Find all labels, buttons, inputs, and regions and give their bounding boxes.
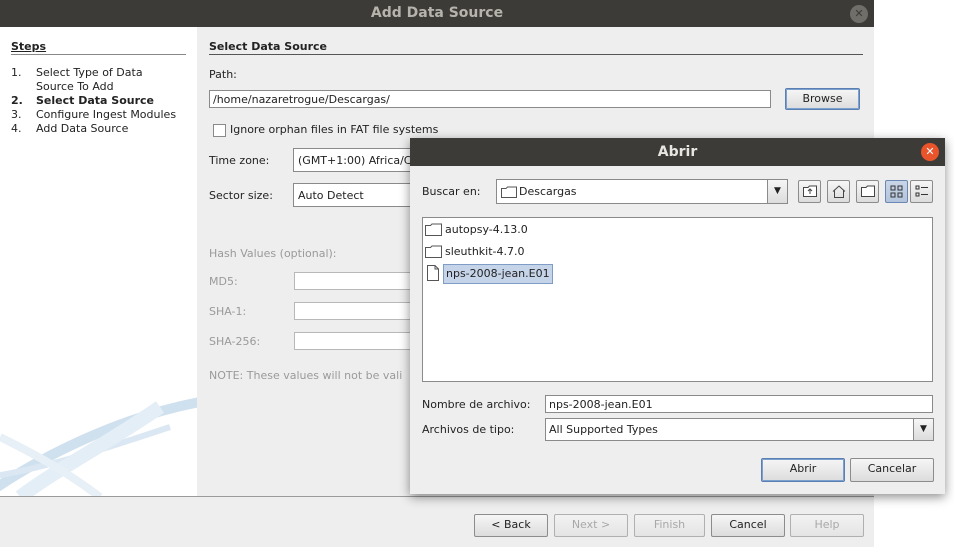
sha256-label: SHA-256:: [209, 335, 261, 348]
look-in-select[interactable]: Descargas ▼: [496, 179, 788, 204]
cancel-button[interactable]: Cancel: [711, 514, 785, 537]
list-view-icon[interactable]: [885, 180, 908, 203]
sector-size-label: Sector size:: [209, 189, 273, 202]
dialog-title: Abrir: [410, 138, 945, 166]
details-view-icon[interactable]: [910, 180, 933, 203]
folder-icon: [425, 223, 442, 236]
filename-input[interactable]: nps-2008-jean.E01: [545, 395, 933, 413]
next-button[interactable]: Next >: [554, 514, 628, 537]
close-icon[interactable]: ✕: [921, 143, 939, 161]
sha1-input[interactable]: [294, 302, 424, 320]
list-item[interactable]: sleuthkit-4.7.0: [425, 242, 525, 262]
folder-icon: [501, 186, 517, 198]
filetype-select[interactable]: All Supported Types ▼: [545, 418, 934, 441]
sha1-label: SHA-1:: [209, 305, 247, 318]
filetype-label: Archivos de tipo:: [422, 423, 515, 436]
hash-values-title: Hash Values (optional):: [209, 247, 337, 260]
wizard-button-bar: < Back Next > Finish Cancel Help: [0, 496, 874, 547]
browse-button[interactable]: Browse: [785, 88, 860, 110]
hash-note: NOTE: These values will not be vali: [209, 369, 403, 382]
steps-heading: Steps: [11, 40, 47, 53]
section-title: Select Data Source: [209, 40, 328, 53]
file-icon: [427, 265, 439, 281]
up-folder-icon[interactable]: [798, 180, 821, 203]
chevron-down-icon[interactable]: ▼: [913, 419, 933, 440]
help-button[interactable]: Help: [790, 514, 864, 537]
finish-button[interactable]: Finish: [634, 514, 705, 537]
steps-panel: Steps 1. Select Type of Data Source To A…: [0, 27, 197, 496]
timezone-select[interactable]: (GMT+1:00) Africa/C: [293, 148, 423, 172]
home-icon[interactable]: [827, 180, 850, 203]
list-item[interactable]: autopsy-4.13.0: [425, 220, 528, 240]
chevron-down-icon[interactable]: ▼: [767, 180, 787, 203]
new-folder-icon[interactable]: [856, 180, 879, 203]
divider: [209, 54, 863, 55]
open-file-dialog: Abrir ✕ Buscar en: Descargas ▼ autopsy-4…: [410, 138, 945, 494]
list-item[interactable]: nps-2008-jean.E01: [425, 264, 553, 284]
ignore-orphan-checkbox[interactable]: [213, 124, 226, 137]
sector-size-select[interactable]: Auto Detect: [293, 183, 423, 207]
cancel-button[interactable]: Cancelar: [850, 458, 934, 482]
open-button[interactable]: Abrir: [761, 458, 845, 482]
path-label: Path:: [209, 68, 237, 81]
timezone-label: Time zone:: [209, 154, 270, 167]
filename-label: Nombre de archivo:: [422, 398, 531, 411]
md5-label: MD5:: [209, 275, 238, 288]
decorative-swoosh: [0, 397, 197, 496]
folder-icon: [425, 245, 442, 258]
window-title: Add Data Source: [0, 0, 874, 27]
look-in-label: Buscar en:: [422, 185, 481, 198]
divider: [11, 54, 186, 55]
sha256-input[interactable]: [294, 332, 424, 350]
md5-input[interactable]: [294, 272, 424, 290]
path-input[interactable]: /home/nazaretrogue/Descargas/: [209, 90, 771, 108]
close-icon[interactable]: ✕: [850, 5, 868, 23]
back-button[interactable]: < Back: [474, 514, 548, 537]
file-list[interactable]: autopsy-4.13.0 sleuthkit-4.7.0 nps-2008-…: [422, 217, 933, 382]
ignore-orphan-label: Ignore orphan files in FAT file systems: [230, 123, 439, 136]
